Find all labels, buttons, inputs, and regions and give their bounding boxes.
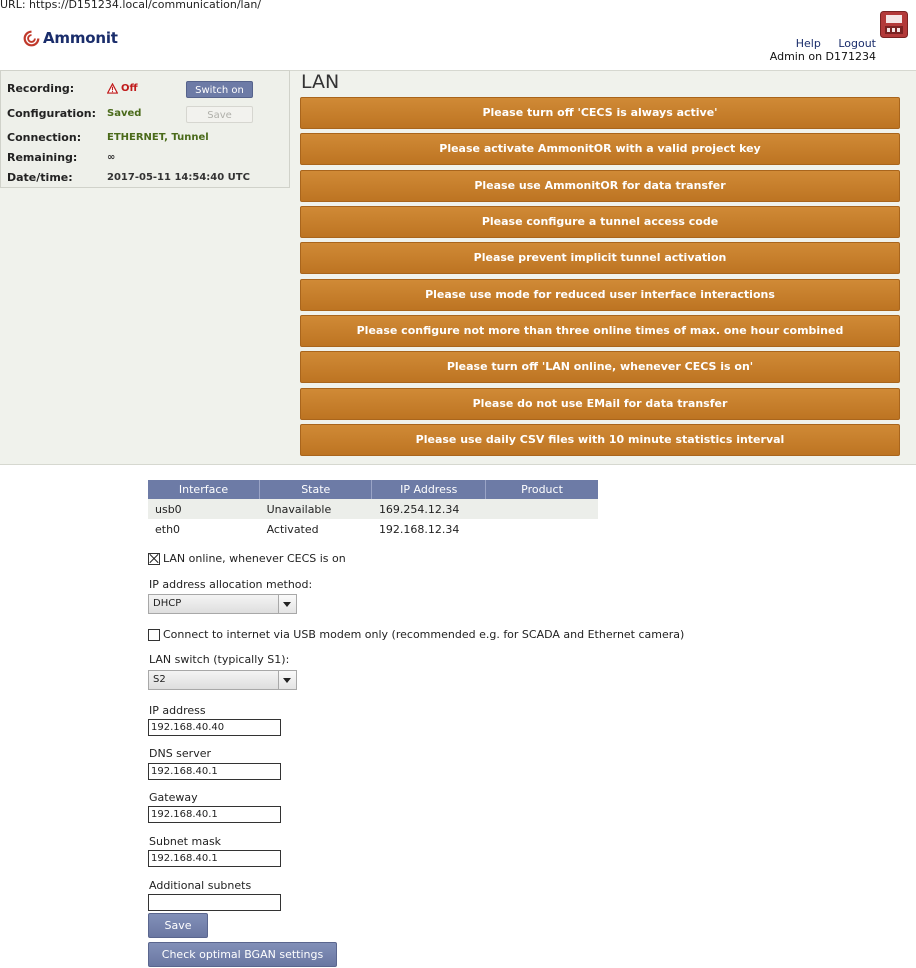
- dns-server-input[interactable]: [148, 763, 281, 780]
- chevron-down-icon[interactable]: [278, 595, 296, 613]
- recording-label: Recording:: [7, 82, 75, 95]
- top-links: Help Logout Admin on D171234: [770, 37, 876, 63]
- datetime-label: Date/time:: [7, 171, 73, 184]
- alloc-method-select[interactable]: DHCP: [148, 594, 297, 614]
- remaining-row: Remaining: ∞: [7, 151, 115, 164]
- table-header-row: Interface State IP Address Product: [148, 480, 598, 499]
- column-header[interactable]: Interface: [148, 480, 261, 499]
- additional-subnets-label: Additional subnets: [149, 879, 252, 892]
- config-save-button[interactable]: Save: [186, 106, 253, 123]
- ip-address-input[interactable]: [148, 719, 281, 736]
- configuration-label: Configuration:: [7, 107, 96, 120]
- table-cell: Activated: [266, 522, 319, 536]
- recording-row: Recording: Off: [7, 82, 138, 95]
- connection-row: Connection: ETHERNET, Tunnel: [7, 131, 209, 144]
- lan-switch-label: LAN switch (typically S1):: [149, 653, 290, 666]
- alert-button[interactable]: Please do not use EMail for data transfe…: [300, 388, 900, 420]
- datetime-value: 2017-05-11 14:54:40 UTC: [107, 172, 250, 183]
- interface-table: Interface State IP Address Product usb0 …: [148, 480, 598, 539]
- alert-button[interactable]: Please prevent implicit tunnel activatio…: [300, 242, 900, 274]
- lan-online-checkbox[interactable]: [148, 552, 160, 565]
- configuration-row: Configuration: Saved: [7, 107, 141, 120]
- alert-button[interactable]: Please configure a tunnel access code: [300, 206, 900, 238]
- gateway-input[interactable]: [148, 806, 281, 823]
- save-disk-icon[interactable]: [880, 11, 908, 38]
- page-title: LAN: [301, 71, 340, 93]
- alert-button[interactable]: Please turn off 'LAN online, whenever CE…: [300, 351, 900, 383]
- column-header[interactable]: Product: [485, 480, 598, 499]
- switch-on-button[interactable]: Switch on: [186, 81, 253, 98]
- alert-button[interactable]: Please use AmmonitOR for data transfer: [300, 170, 900, 202]
- table-row: eth0 Activated 192.168.12.34: [148, 519, 598, 539]
- column-header[interactable]: State: [259, 480, 373, 499]
- lan-switch-value: S2: [153, 674, 166, 685]
- ip-address-label: IP address: [149, 704, 206, 717]
- table-cell: 192.168.12.34: [378, 522, 460, 536]
- configuration-value: Saved: [107, 108, 142, 119]
- datetime-row: Date/time: 2017-05-11 14:54:40 UTC: [7, 171, 250, 184]
- alloc-method-value: DHCP: [153, 598, 182, 609]
- remaining-label: Remaining:: [7, 151, 78, 164]
- alert-button[interactable]: Please turn off 'CECS is always active': [300, 97, 900, 129]
- ammonit-logo[interactable]: Ammonit: [23, 29, 118, 47]
- warning-icon: [107, 83, 118, 94]
- usb-only-row: Connect to internet via USB modem only (…: [148, 628, 684, 641]
- subnet-mask-input[interactable]: [148, 850, 281, 867]
- url-text: https://D151234.local/communication/lan/: [29, 0, 262, 11]
- bgan-settings-button[interactable]: Check optimal BGAN settings: [148, 942, 337, 967]
- alloc-method-label: IP address allocation method:: [149, 578, 313, 591]
- dns-server-label: DNS server: [149, 747, 211, 760]
- usb-only-checkbox[interactable]: [148, 628, 160, 641]
- additional-subnets-input[interactable]: [148, 894, 281, 911]
- table-cell: Unavailable: [259, 499, 372, 519]
- table-cell: 169.254.12.34: [371, 499, 486, 519]
- alert-button[interactable]: Please configure not more than three onl…: [300, 315, 900, 347]
- remaining-value: ∞: [107, 152, 116, 163]
- ammonit-logo-icon: [23, 30, 40, 46]
- lan-online-row: LAN online, whenever CECS is on: [148, 552, 346, 565]
- alert-button[interactable]: Please use mode for reduced user interfa…: [300, 279, 900, 311]
- recording-value: Off: [107, 83, 138, 94]
- gateway-label: Gateway: [149, 791, 198, 804]
- column-header[interactable]: IP Address: [371, 480, 487, 499]
- brand-name: Ammonit: [43, 29, 118, 47]
- usb-only-label: Connect to internet via USB modem only (…: [163, 628, 685, 641]
- save-button[interactable]: Save: [148, 913, 208, 938]
- table-cell: [485, 499, 598, 519]
- chevron-down-icon[interactable]: [278, 671, 296, 689]
- table-row: usb0 Unavailable 169.254.12.34: [148, 499, 598, 519]
- lan-online-label: LAN online, whenever CECS is on: [163, 552, 346, 565]
- subnet-mask-label: Subnet mask: [149, 835, 222, 848]
- url-label: URL:: [0, 0, 26, 11]
- table-cell: [486, 519, 598, 539]
- connection-label: Connection:: [7, 131, 82, 144]
- recording-value-text: Off: [121, 83, 138, 94]
- lan-switch-select[interactable]: S2: [148, 670, 297, 690]
- table-cell: eth0: [155, 522, 181, 536]
- alert-button[interactable]: Please activate AmmonitOR with a valid p…: [300, 133, 900, 165]
- table-cell: usb0: [148, 499, 260, 519]
- logout-link[interactable]: Logout: [838, 37, 876, 50]
- connection-value: ETHERNET, Tunnel: [107, 132, 209, 143]
- alert-button[interactable]: Please use daily CSV files with 10 minut…: [300, 424, 900, 456]
- user-info: Admin on D171234: [769, 50, 876, 63]
- help-link[interactable]: Help: [796, 37, 821, 50]
- url-bar: URL: https://D151234.local/communication…: [0, 0, 261, 11]
